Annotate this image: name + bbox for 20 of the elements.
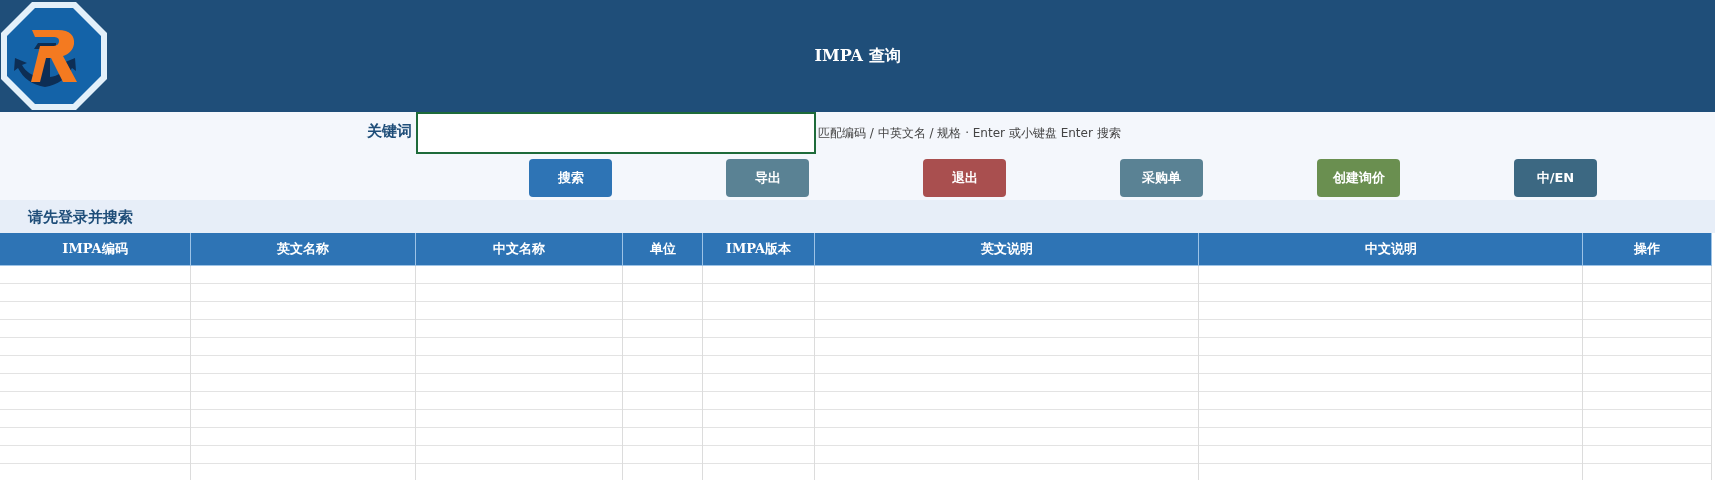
column-header: 中文名称 bbox=[416, 233, 623, 266]
create-inquiry-button[interactable]: 创建询价 bbox=[1317, 158, 1400, 197]
column-header: 英文名称 bbox=[191, 233, 416, 266]
column-header: IMPA编码 bbox=[0, 233, 191, 266]
exit-button[interactable]: 退出 bbox=[923, 158, 1006, 197]
status-message: 请先登录并搜索 bbox=[28, 207, 133, 227]
column-header: 单位 bbox=[623, 233, 703, 266]
purchase-order-button[interactable]: 采购单 bbox=[1120, 158, 1203, 197]
page-title: IMPA 查询 bbox=[814, 45, 901, 67]
search-hint: 匹配编码 / 中英文名 / 规格 · Enter 或小键盘 Enter 搜索 bbox=[817, 125, 1122, 142]
keyword-field[interactable] bbox=[416, 112, 816, 154]
language-button[interactable]: 中/EN bbox=[1514, 158, 1597, 197]
search-button[interactable]: 搜索 bbox=[529, 158, 612, 197]
column-header: 操作 bbox=[1583, 233, 1712, 266]
column-header: 英文说明 bbox=[815, 233, 1199, 266]
keyword-label: 关键词 bbox=[367, 122, 413, 141]
column-header: 中文说明 bbox=[1199, 233, 1583, 266]
export-button[interactable]: 导出 bbox=[726, 158, 809, 197]
column-header: IMPA版本 bbox=[703, 233, 815, 266]
anchor-logo-icon bbox=[0, 1, 108, 111]
